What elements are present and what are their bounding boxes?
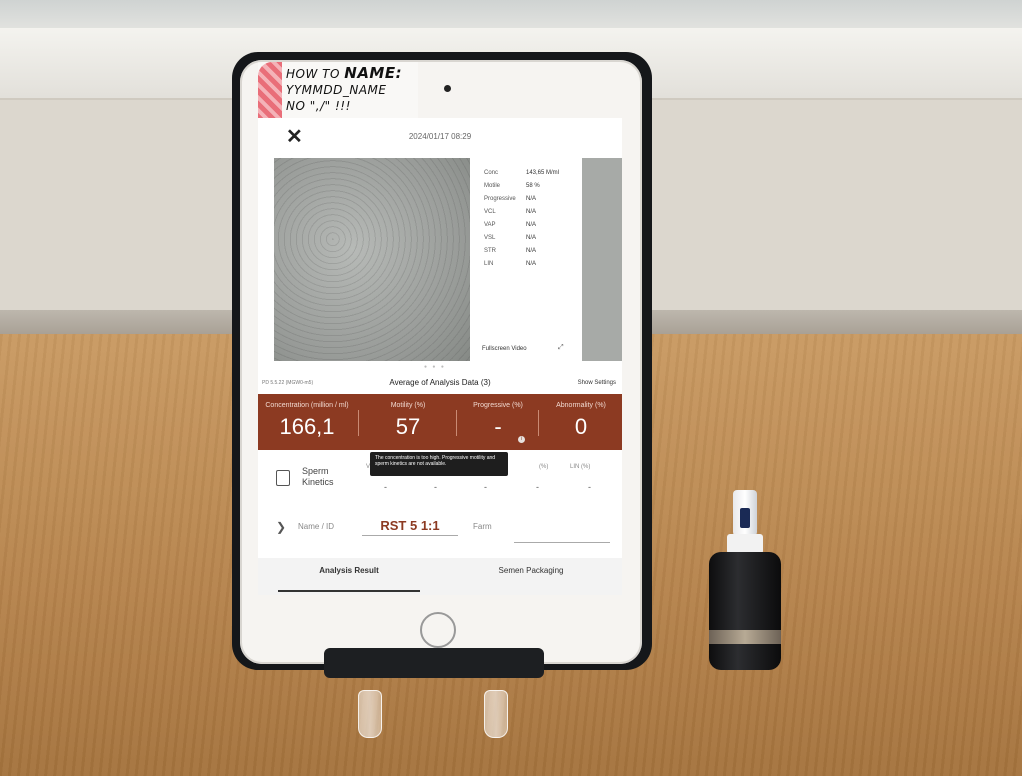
stat-value: 58 % [526, 183, 540, 189]
stat-value: N/A [526, 209, 537, 215]
kinetics-header: LIN (%) [570, 464, 591, 470]
kinetics-value: - [434, 482, 437, 492]
handwriting-line-2: YYMMDD_NAME [286, 83, 387, 97]
metric-divider [456, 410, 457, 436]
kinetics-value: - [384, 482, 387, 492]
stat-key: VSL [484, 235, 496, 241]
handwriting-line-1-text: HOW TO [286, 67, 340, 81]
metric-motility: Motility (%) 57 [360, 394, 456, 450]
stat-key: STR [484, 248, 496, 254]
name-id-field[interactable]: RST 5 1:1 [362, 518, 458, 536]
pipette-tip [358, 690, 382, 738]
clipboard-icon [276, 470, 290, 486]
kinetics-header: (%) [539, 464, 549, 470]
handwriting-line-1: HOW TO NAME: [286, 64, 402, 82]
device-cap [733, 490, 757, 536]
stat-value: N/A [526, 196, 537, 202]
average-title: Average of Analysis Data (3) [389, 378, 491, 387]
metrics-bar: Concentration (million / ml) 166,1 Motil… [258, 394, 622, 450]
stat-value: N/A [526, 222, 537, 228]
show-settings-button[interactable]: Show Settings [578, 380, 616, 386]
metric-abnormality: Abnormality (%) 0 [540, 394, 622, 450]
metric-divider [538, 410, 539, 436]
bottom-tabs: Analysis Result Semen Packaging [258, 558, 622, 595]
stat-key: Progressive [484, 196, 516, 202]
stat-value: N/A [526, 261, 537, 267]
tablet-stand [324, 648, 544, 678]
info-icon[interactable]: i [518, 436, 525, 443]
device-band [709, 630, 781, 644]
kinetics-label-line-2: Kinetics [302, 477, 334, 487]
metric-divider [358, 410, 359, 436]
metric-label: Abnormality (%) [556, 402, 606, 409]
device-neck [727, 534, 763, 554]
kinetics-value: - [588, 482, 591, 492]
metric-label: Concentration (million / ml) [265, 402, 349, 409]
metric-progressive: Progressive (%) - [458, 394, 538, 450]
video-stats-panel: Conc 143,65 M/ml Motile 58 % Progressive N/… [474, 160, 576, 361]
stat-key: VCL [484, 209, 496, 215]
kinetics-value: - [536, 482, 539, 492]
stat-key: Conc [484, 170, 499, 176]
stat-value: 143,65 M/ml [526, 170, 560, 176]
front-camera [444, 85, 451, 92]
fullscreen-video-button[interactable]: Fullscreen Video [482, 346, 527, 352]
active-tab-indicator [278, 590, 420, 592]
metric-value: 166,1 [279, 414, 335, 439]
page-dots: ● ● ● [424, 364, 446, 370]
metric-concentration: Concentration (million / ml) 166,1 [258, 394, 356, 450]
top-bar: ✕ 2024/01/17 08:29 [258, 118, 622, 154]
tab-analysis-result[interactable]: Analysis Result [258, 566, 440, 575]
concentration-tooltip: The concentration is too high. Progressi… [370, 452, 508, 476]
stat-key: LIN [484, 261, 494, 267]
stat-value: N/A [526, 248, 537, 254]
sample-device [707, 490, 783, 680]
name-id-label: Name / ID [298, 522, 335, 531]
kinetics-value: - [484, 482, 487, 492]
analysis-info-row: PD 5.5.22 (MGW0-m5) Average of Analysis … [258, 374, 622, 392]
pipette-tip [484, 690, 508, 738]
metric-label: Motility (%) [390, 402, 426, 409]
next-video-preview[interactable] [582, 158, 622, 361]
metric-value: - [494, 414, 502, 439]
tab-semen-packaging[interactable]: Semen Packaging [440, 566, 622, 575]
analysis-datetime: 2024/01/17 08:29 [408, 132, 472, 141]
expand-icon[interactable]: ⤢ [558, 344, 564, 352]
tag-icon: ❯ [276, 520, 287, 534]
tablet-screen: ✕ 2024/01/17 08:29 Conc 143,65 M/ml Motil… [258, 118, 622, 595]
microscope-video[interactable] [274, 158, 470, 361]
stat-value: N/A [526, 235, 537, 241]
home-button[interactable] [420, 612, 456, 648]
metric-value: 0 [574, 414, 588, 439]
farm-field[interactable] [514, 542, 610, 543]
kinetics-label-line-1: Sperm [302, 466, 329, 476]
stat-key: Motile [484, 183, 501, 189]
metric-value: 57 [395, 414, 421, 439]
sperm-kinetics-label: Sperm Kinetics [302, 466, 334, 488]
farm-label: Farm [473, 522, 492, 531]
sticker-corner [258, 62, 282, 120]
device-body [709, 552, 781, 670]
handwriting-line-3: NO ",/" !!! [286, 99, 351, 113]
handwriting-line-1-bold: NAME: [344, 64, 403, 82]
stat-key: VAP [484, 222, 496, 228]
metric-label: Progressive (%) [473, 402, 523, 409]
